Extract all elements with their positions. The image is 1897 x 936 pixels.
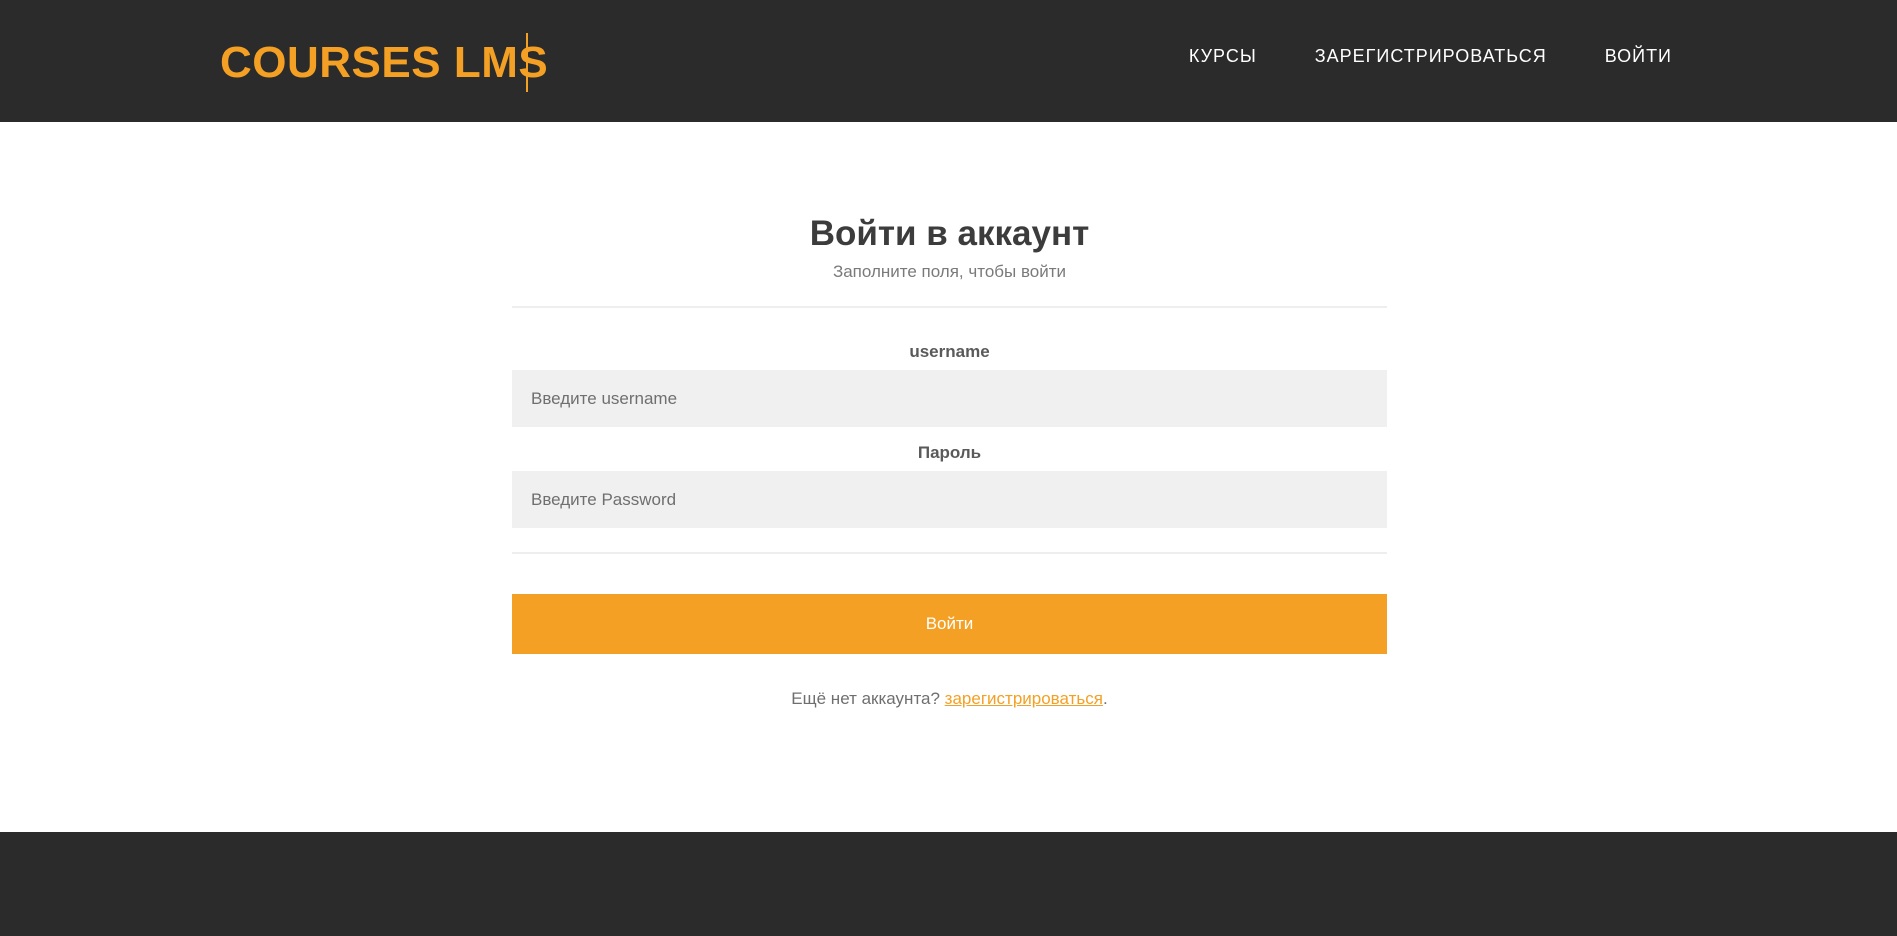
- password-label: Пароль: [917, 443, 982, 462]
- nav-register-link[interactable]: ЗАРЕГИСТРИРОВАТЬСЯ: [1315, 44, 1547, 68]
- signup-suffix: .: [1102, 689, 1108, 708]
- login-form: Войти в аккаунт Заполните поля, чтобы во…: [512, 212, 1387, 711]
- divider: [512, 552, 1387, 554]
- site-footer: [0, 832, 1897, 936]
- password-input[interactable]: [512, 471, 1387, 528]
- divider: [512, 306, 1387, 308]
- main-nav: КУРСЫ ЗАРЕГИСТРИРОВАТЬСЯ ВОЙТИ: [1189, 44, 1672, 68]
- signup-prompt-text: Ещё нет аккаунта?: [791, 689, 945, 708]
- signup-link[interactable]: зарегистрироваться: [945, 689, 1103, 708]
- page-title: Войти в аккаунт: [809, 214, 1090, 253]
- site-logo[interactable]: COURSES LMS: [220, 38, 548, 88]
- username-input[interactable]: [512, 370, 1387, 427]
- nav-courses-link[interactable]: КУРСЫ: [1189, 44, 1257, 68]
- page-subtitle: Заполните поля, чтобы войти: [832, 262, 1067, 281]
- nav-login-link[interactable]: ВОЙТИ: [1605, 44, 1672, 68]
- login-button[interactable]: Войти: [512, 594, 1387, 654]
- site-header: COURSES LMS КУРСЫ ЗАРЕГИСТРИРОВАТЬСЯ ВОЙ…: [0, 0, 1897, 122]
- logo-divider: [526, 33, 528, 92]
- username-label: username: [909, 342, 990, 361]
- signup-prompt: Ещё нет аккаунта? зарегистрироваться.: [512, 687, 1387, 711]
